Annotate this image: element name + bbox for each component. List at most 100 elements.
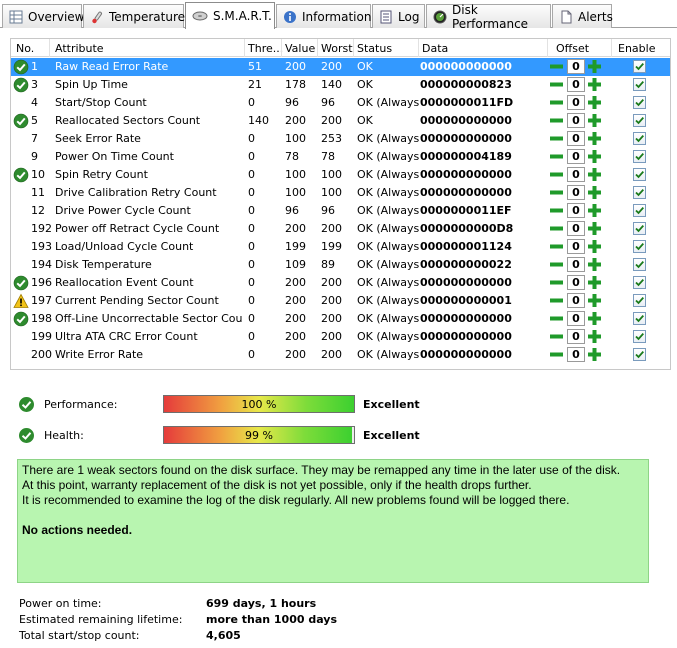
enable-checkbox[interactable]: [633, 186, 646, 199]
enable-checkbox[interactable]: [633, 96, 646, 109]
minus-icon[interactable]: [549, 275, 564, 290]
enable-checkbox[interactable]: [633, 114, 646, 127]
column-header-data[interactable]: Data: [422, 42, 448, 55]
minus-icon[interactable]: [549, 311, 564, 326]
plus-icon[interactable]: [587, 329, 602, 344]
plus-icon[interactable]: [587, 167, 602, 182]
tab-temperature[interactable]: Temperature: [83, 4, 185, 28]
offset-input[interactable]: 0: [567, 221, 585, 236]
offset-input[interactable]: 0: [567, 203, 585, 218]
column-header-attribute[interactable]: Attribute: [55, 42, 104, 55]
table-row[interactable]: 5 Reallocated Sectors Count 140 200 200 OK 000…: [11, 112, 670, 130]
minus-icon[interactable]: [549, 131, 564, 146]
tab-smart[interactable]: S.M.A.R.T.: [185, 2, 275, 29]
smart-table[interactable]: No. Attribute Thre... Value Worst Status…: [10, 38, 671, 370]
minus-icon[interactable]: [549, 239, 564, 254]
plus-icon[interactable]: [587, 203, 602, 218]
table-row[interactable]: 3 Spin Up Time 21 178 140 OK 000000000823 0: [11, 76, 670, 94]
enable-checkbox[interactable]: [633, 168, 646, 181]
table-row[interactable]: 199 Ultra ATA CRC Error Count 0 200 200 OK (A…: [11, 328, 670, 346]
table-row[interactable]: 196 Reallocation Event Count 0 200 200 OK (Al…: [11, 274, 670, 292]
table-row[interactable]: 4Start/Stop Count09696OK (Always...00000…: [11, 94, 670, 112]
offset-input[interactable]: 0: [567, 113, 585, 128]
table-row[interactable]: 7Seek Error Rate0100253OK (Always...0000…: [11, 130, 670, 148]
plus-icon[interactable]: [587, 185, 602, 200]
minus-icon[interactable]: [549, 347, 564, 362]
enable-checkbox[interactable]: [633, 258, 646, 271]
tab-information[interactable]: Information: [276, 4, 371, 28]
plus-icon[interactable]: [587, 95, 602, 110]
offset-input[interactable]: 0: [567, 95, 585, 110]
enable-checkbox[interactable]: [633, 330, 646, 343]
column-header-value[interactable]: Value: [285, 42, 315, 55]
plus-icon[interactable]: [587, 239, 602, 254]
enable-checkbox[interactable]: [633, 348, 646, 361]
plus-icon[interactable]: [587, 347, 602, 362]
tab-disk-performance[interactable]: Disk Performance: [426, 3, 551, 31]
table-row[interactable]: 11 Drive Calibration Retry Count 0 100 100 OK…: [11, 184, 670, 202]
tab-alerts[interactable]: Alerts: [552, 4, 613, 28]
enable-checkbox[interactable]: [633, 78, 646, 91]
minus-icon[interactable]: [549, 185, 564, 200]
enable-checkbox[interactable]: [633, 276, 646, 289]
offset-input[interactable]: 0: [567, 275, 585, 290]
offset-input[interactable]: 0: [567, 293, 585, 308]
enable-checkbox[interactable]: [633, 222, 646, 235]
plus-icon[interactable]: [587, 131, 602, 146]
column-header-offset[interactable]: Offset: [556, 42, 589, 55]
minus-icon[interactable]: [549, 59, 564, 74]
minus-icon[interactable]: [549, 329, 564, 344]
minus-icon[interactable]: [549, 113, 564, 128]
enable-checkbox[interactable]: [633, 240, 646, 253]
minus-icon[interactable]: [549, 257, 564, 272]
offset-input[interactable]: 0: [567, 185, 585, 200]
table-row[interactable]: 192 Power off Retract Cycle Count 0 200 200 O…: [11, 220, 670, 238]
column-header-worst[interactable]: Worst: [321, 42, 353, 55]
tab-log[interactable]: Log: [372, 4, 425, 28]
plus-icon[interactable]: [587, 221, 602, 236]
column-header-status[interactable]: Status: [357, 42, 392, 55]
table-row[interactable]: 200Write Error Rate0200200OK (Always...0…: [11, 346, 670, 364]
offset-input[interactable]: 0: [567, 257, 585, 272]
minus-icon[interactable]: [549, 95, 564, 110]
plus-icon[interactable]: [587, 149, 602, 164]
offset-input[interactable]: 0: [567, 131, 585, 146]
enable-checkbox[interactable]: [633, 60, 646, 73]
column-header-no[interactable]: No.: [16, 42, 34, 55]
table-row[interactable]: 10Spin Retry Count0100100OK (Always...00…: [11, 166, 670, 184]
table-row[interactable]: 197 Current Pending Sector Count 0 200 200 OK…: [11, 292, 670, 310]
table-row[interactable]: 193 Load/Unload Cycle Count 0 199 199 OK (Alw…: [11, 238, 670, 256]
minus-icon[interactable]: [549, 149, 564, 164]
offset-input[interactable]: 0: [567, 311, 585, 326]
plus-icon[interactable]: [587, 257, 602, 272]
enable-checkbox[interactable]: [633, 132, 646, 145]
minus-icon[interactable]: [549, 293, 564, 308]
table-row[interactable]: 198 Off-Line Uncorrectable Sector Count 0 2…: [11, 310, 670, 328]
offset-input[interactable]: 0: [567, 239, 585, 254]
table-row[interactable]: 9Power On Time Count07878OK (Always...00…: [11, 148, 670, 166]
minus-icon[interactable]: [549, 167, 564, 182]
table-row[interactable]: 12 Drive Power Cycle Count 0 96 96 OK (Always…: [11, 202, 670, 220]
tab-overview[interactable]: Overview: [2, 4, 85, 28]
offset-input[interactable]: 0: [567, 347, 585, 362]
enable-checkbox[interactable]: [633, 204, 646, 217]
plus-icon[interactable]: [587, 77, 602, 92]
plus-icon[interactable]: [587, 59, 602, 74]
offset-input[interactable]: 0: [567, 329, 585, 344]
minus-icon[interactable]: [549, 203, 564, 218]
enable-checkbox[interactable]: [633, 150, 646, 163]
plus-icon[interactable]: [587, 311, 602, 326]
table-row[interactable]: 1 Raw Read Error Rate 51 200 200 OK 0000000000…: [11, 58, 670, 76]
table-row[interactable]: 194Disk Temperature010989OK (Always...00…: [11, 256, 670, 274]
offset-input[interactable]: 0: [567, 77, 585, 92]
plus-icon[interactable]: [587, 293, 602, 308]
offset-input[interactable]: 0: [567, 59, 585, 74]
enable-checkbox[interactable]: [633, 312, 646, 325]
plus-icon[interactable]: [587, 113, 602, 128]
offset-input[interactable]: 0: [567, 167, 585, 182]
plus-icon[interactable]: [587, 275, 602, 290]
offset-input[interactable]: 0: [567, 149, 585, 164]
enable-checkbox[interactable]: [633, 294, 646, 307]
column-header-enable[interactable]: Enable: [618, 42, 655, 55]
minus-icon[interactable]: [549, 77, 564, 92]
